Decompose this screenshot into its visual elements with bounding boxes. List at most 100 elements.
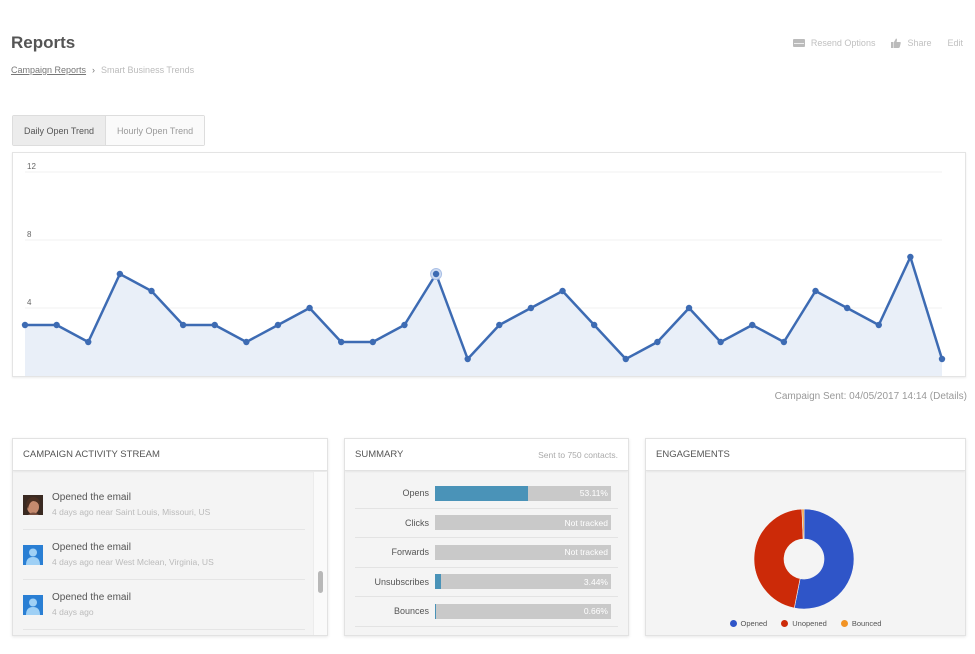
data-point[interactable]	[432, 270, 440, 278]
campaign-activity-stream-panel: CAMPAIGN ACTIVITY STREAM Opened the emai…	[12, 438, 328, 636]
data-point[interactable]	[559, 287, 566, 295]
activity-item[interactable]: Opened the email 4 days ago	[23, 580, 305, 630]
summary-value: 3.44%	[583, 576, 608, 587]
summary-rows: Opens 53.11% Clicks Not tracked Forwards…	[355, 479, 618, 627]
summary-value: Not tracked	[564, 547, 608, 558]
activity-title: Opened the email	[52, 592, 131, 603]
data-point[interactable]	[875, 321, 882, 329]
edit-button[interactable]: Edit	[947, 38, 963, 48]
activity-list: Opened the email 4 days ago near Saint L…	[13, 472, 315, 635]
engagements-donut-chart	[753, 508, 855, 610]
data-point[interactable]	[211, 321, 218, 329]
data-point[interactable]	[780, 338, 788, 346]
campaign-sent-info: Campaign Sent: 04/05/2017 14:14 (Details…	[775, 391, 967, 402]
data-point[interactable]	[306, 304, 313, 312]
user-placeholder-icon	[23, 594, 43, 615]
trend-tabs: Daily Open Trend Hourly Open Trend	[12, 115, 206, 146]
activity-item[interactable]: Opened the email 4 days ago near West Mc…	[23, 530, 305, 580]
data-point[interactable]	[527, 304, 535, 312]
summary-row-clicks: Clicks Not tracked	[355, 509, 618, 538]
daily-open-trend-chart: 4 8 12	[12, 152, 966, 377]
data-point[interactable]	[53, 321, 60, 329]
summary-bar-fill	[435, 603, 437, 619]
activity-panel-header: CAMPAIGN ACTIVITY STREAM	[13, 439, 327, 471]
share-label: Share	[907, 38, 932, 48]
data-point[interactable]	[907, 253, 914, 261]
data-point[interactable]	[85, 338, 92, 346]
breadcrumb-current: Smart Business Trends	[101, 65, 195, 75]
summary-value: 0.66%	[583, 606, 608, 617]
summary-label: Clicks	[405, 517, 429, 528]
data-point[interactable]	[21, 321, 29, 329]
data-point[interactable]	[654, 338, 661, 346]
data-point[interactable]	[243, 338, 250, 346]
activity-title: Opened the email	[52, 542, 131, 553]
summary-bar-fill	[435, 485, 529, 501]
legend-item-opened[interactable]: Opened	[729, 619, 768, 628]
summary-label: Unsubscribes	[374, 576, 429, 587]
data-point[interactable]	[590, 321, 598, 329]
activity-meta: 4 days ago near Saint Louis, Missouri, U…	[52, 507, 211, 517]
donut-slice-unopened[interactable]	[753, 508, 804, 609]
summary-panel: SUMMARY Sent to 750 contacts. Opens 53.1…	[344, 438, 629, 636]
details-link[interactable]: (Details)	[930, 391, 967, 402]
breadcrumb-campaign-reports[interactable]: Campaign Reports	[11, 65, 86, 75]
campaign-sent-label: Campaign Sent: 04/05/2017 14:14	[774, 391, 927, 402]
resend-options-label: Resend Options	[810, 38, 876, 48]
data-point[interactable]	[717, 338, 724, 346]
engagements-legend: Opened Unopened Bounced	[646, 619, 965, 628]
data-point[interactable]	[369, 338, 377, 346]
activity-item[interactable]: Opened the email 4 days ago near Saint L…	[23, 480, 305, 530]
legend-dot-icon	[729, 620, 737, 627]
legend-label: Unopened	[792, 619, 827, 628]
legend-item-bounced[interactable]: Bounced	[840, 619, 882, 628]
tab-daily-open-trend[interactable]: Daily Open Trend	[13, 116, 107, 145]
data-point[interactable]	[148, 287, 155, 295]
summary-panel-title: SUMMARY	[355, 449, 404, 460]
envelope-icon	[792, 39, 805, 47]
y-tick-label: 8	[27, 230, 32, 239]
summary-bar-fill	[435, 574, 442, 590]
trend-chart-svg: 4 8 12	[21, 162, 946, 376]
summary-row-opens: Opens 53.11%	[355, 479, 618, 509]
legend-item-unopened[interactable]: Unopened	[781, 619, 827, 628]
data-point[interactable]	[496, 321, 503, 329]
data-point[interactable]	[338, 338, 345, 346]
summary-label: Forwards	[391, 547, 429, 558]
data-point[interactable]	[622, 355, 629, 363]
legend-label: Bounced	[851, 619, 882, 628]
engagements-panel-title: ENGAGEMENTS	[656, 449, 730, 460]
data-point[interactable]	[843, 304, 851, 312]
summary-row-bounces: Bounces 0.66%	[355, 597, 618, 627]
data-point[interactable]	[812, 287, 819, 295]
y-tick-label: 12	[27, 162, 36, 171]
share-button[interactable]: Share	[891, 38, 931, 48]
data-point[interactable]	[685, 304, 693, 312]
activity-scrollbar-thumb[interactable]	[318, 571, 323, 593]
area-fill	[25, 257, 942, 376]
breadcrumb-separator-icon: ›	[92, 65, 96, 75]
summary-bar: Not tracked	[435, 544, 611, 560]
data-point[interactable]	[938, 355, 946, 363]
data-point[interactable]	[749, 321, 756, 329]
avatar-photo-icon	[23, 494, 43, 515]
data-point[interactable]	[274, 321, 282, 329]
data-point[interactable]	[464, 355, 471, 363]
user-placeholder-icon	[23, 544, 43, 565]
breadcrumb: Campaign Reports › Smart Business Trends	[11, 65, 194, 75]
summary-row-forwards: Forwards Not tracked	[355, 538, 618, 568]
summary-label: Opens	[402, 488, 429, 499]
activity-scrollbar[interactable]	[313, 472, 327, 635]
resend-options-button[interactable]: Resend Options	[792, 38, 876, 48]
tab-hourly-open-trend[interactable]: Hourly Open Trend	[106, 116, 205, 145]
data-point[interactable]	[401, 321, 408, 329]
data-point[interactable]	[179, 321, 187, 329]
top-actions: Resend Options Share Edit	[792, 38, 963, 48]
thumbs-up-icon	[891, 38, 902, 48]
data-point[interactable]	[116, 270, 124, 278]
summary-sent-count: Sent to 750 contacts.	[538, 449, 618, 460]
summary-panel-header: SUMMARY Sent to 750 contacts.	[345, 439, 628, 471]
activity-panel-title: CAMPAIGN ACTIVITY STREAM	[23, 449, 160, 460]
legend-label: Opened	[740, 619, 768, 628]
page-title: Reports	[11, 33, 76, 52]
